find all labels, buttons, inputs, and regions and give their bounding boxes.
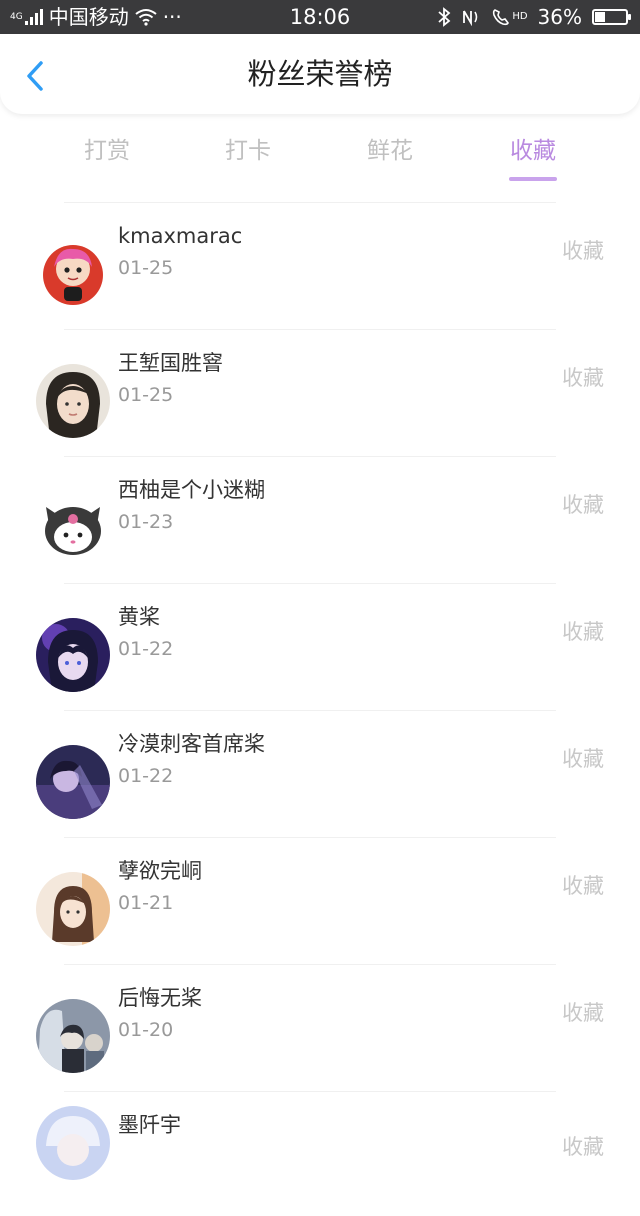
fan-name: 黄桨	[118, 605, 160, 629]
fan-name: 墨阡宇	[118, 1113, 181, 1137]
avatar-cartoon-icon	[36, 237, 110, 311]
list-item[interactable]: 墨阡宇 收藏	[0, 1089, 640, 1216]
avatar-dark-anime-icon	[36, 745, 110, 819]
avatar[interactable]	[36, 745, 110, 819]
favorite-label: 收藏	[562, 620, 604, 644]
fan-name: 西柚是个小迷糊	[118, 478, 265, 502]
avatar-group-anime-icon	[36, 999, 110, 1073]
fan-name: kmaxmarac	[118, 224, 243, 248]
divider	[64, 1091, 556, 1092]
hd-call-icon: HD	[491, 7, 528, 27]
list-item[interactable]: 西柚是个小迷糊 01-23 收藏	[0, 454, 640, 581]
avatar-kuromi-icon	[36, 491, 110, 565]
tab-bar: 打赏 打卡 鲜花 收藏	[0, 124, 640, 184]
list-item[interactable]: 冷漠刺客首席桨 01-22 收藏	[0, 708, 640, 835]
avatar[interactable]	[36, 237, 110, 311]
avatar[interactable]	[36, 364, 110, 438]
bluetooth-icon	[438, 7, 451, 27]
avatar[interactable]	[36, 872, 110, 946]
tab-flowers[interactable]: 鲜花	[330, 136, 450, 166]
page-title: 粉丝荣誉榜	[247, 57, 393, 91]
list-item[interactable]: 孽欲完峒 01-21 收藏	[0, 835, 640, 962]
fan-name: 后悔无桨	[118, 986, 202, 1010]
favorite-label: 收藏	[562, 747, 604, 771]
favorite-label: 收藏	[562, 874, 604, 898]
tab-checkin[interactable]: 打卡	[188, 136, 308, 166]
fan-date: 01-22	[118, 638, 174, 660]
avatar-anime-icon	[36, 618, 110, 692]
header: 粉丝荣誉榜	[0, 34, 640, 114]
list-item[interactable]: 王堑国胜窨 01-25 收藏	[0, 327, 640, 454]
tab-label: 打赏	[84, 138, 130, 164]
fan-name: 孽欲完峒	[118, 859, 202, 883]
divider	[64, 710, 556, 711]
avatar[interactable]	[36, 1106, 110, 1180]
tab-reward[interactable]: 打赏	[47, 136, 167, 166]
fan-name: 王堑国胜窨	[118, 351, 223, 375]
list-item[interactable]: 黄桨 01-22 收藏	[0, 581, 640, 708]
divider	[64, 583, 556, 584]
divider	[64, 964, 556, 965]
fan-date: 01-22	[118, 765, 174, 787]
battery-icon	[592, 9, 631, 25]
fan-date: 01-23	[118, 511, 174, 533]
avatar[interactable]	[36, 618, 110, 692]
fan-date: 01-21	[118, 892, 174, 914]
divider	[64, 837, 556, 838]
avatar[interactable]	[36, 491, 110, 565]
status-right: HD 36%	[437, 4, 631, 30]
favorite-label: 收藏	[562, 366, 604, 390]
divider	[64, 456, 556, 457]
status-bar: 4G 中国移动 ··· 18:06 HD 36%	[0, 0, 640, 34]
favorite-label: 收藏	[562, 239, 604, 263]
favorite-label: 收藏	[562, 1135, 604, 1159]
tab-label: 收藏	[510, 138, 556, 164]
battery-percent: 36%	[537, 5, 582, 29]
divider	[64, 202, 556, 203]
nfc-icon	[463, 10, 478, 26]
fan-name: 冷漠刺客首席桨	[118, 732, 265, 756]
favorite-label: 收藏	[562, 493, 604, 517]
hd-label: HD	[512, 11, 528, 22]
avatar-photo-icon	[36, 872, 110, 946]
active-tab-indicator	[509, 177, 557, 181]
fan-date: 01-25	[118, 257, 174, 279]
favorite-label: 收藏	[562, 1001, 604, 1025]
tab-label: 鲜花	[367, 138, 413, 164]
fan-date: 01-20	[118, 1019, 174, 1041]
avatar-light-anime-icon	[36, 1106, 110, 1180]
fan-date: 01-25	[118, 384, 174, 406]
divider	[64, 329, 556, 330]
avatar-portrait-icon	[36, 364, 110, 438]
tab-favorites[interactable]: 收藏	[473, 136, 593, 181]
list-item[interactable]: 后悔无桨 01-20 收藏	[0, 962, 640, 1089]
avatar[interactable]	[36, 999, 110, 1073]
tab-label: 打卡	[225, 138, 271, 164]
list-item[interactable]: kmaxmarac 01-25 收藏	[0, 200, 640, 327]
